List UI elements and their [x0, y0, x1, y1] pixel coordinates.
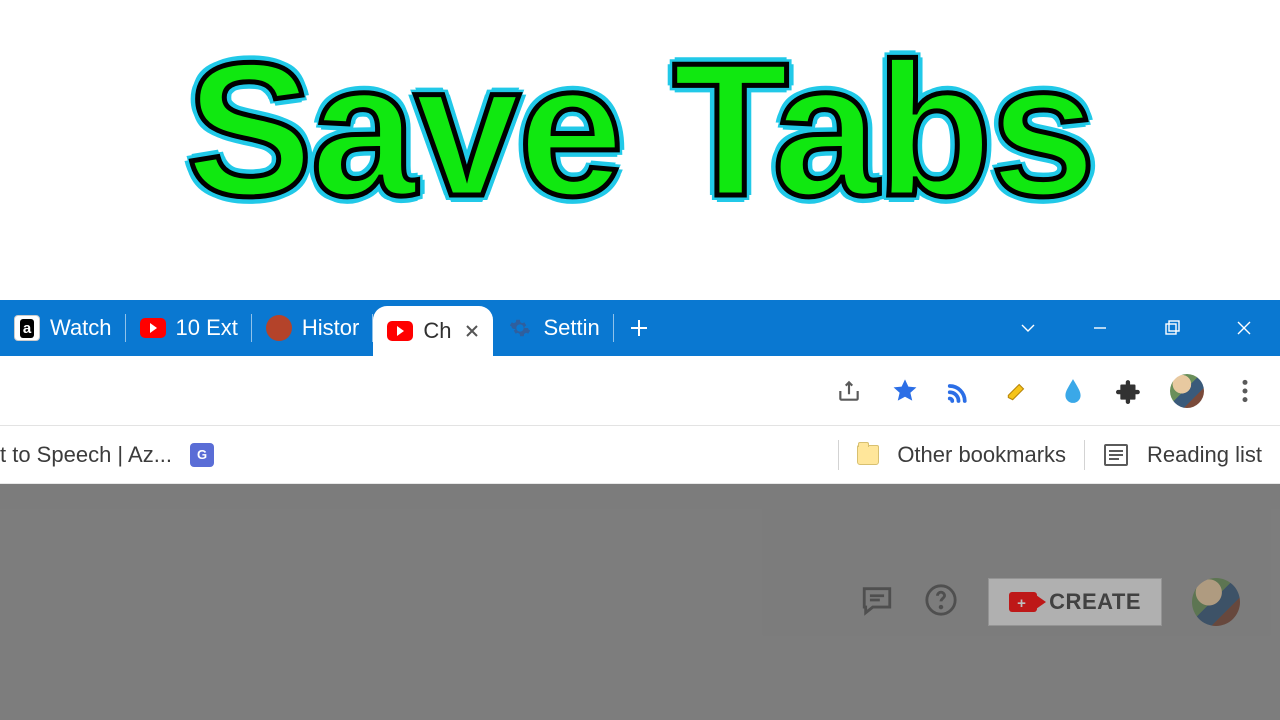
tab-settings[interactable]: Settin [493, 300, 613, 356]
share-icon[interactable] [834, 376, 864, 406]
tabs-dropdown-button[interactable] [992, 300, 1064, 356]
star-icon[interactable] [890, 376, 920, 406]
badge-icon [266, 315, 292, 341]
reading-list-button[interactable]: Reading list [1147, 442, 1262, 468]
close-tab-button[interactable] [461, 320, 483, 342]
youtube-icon [387, 321, 413, 341]
new-tab-button[interactable] [614, 300, 664, 356]
browser-tab-strip: a Watch 10 Ext Histor Ch Settin [0, 300, 1280, 356]
divider [1084, 440, 1085, 470]
highlight-icon[interactable] [1002, 376, 1032, 406]
other-bookmarks-button[interactable]: Other bookmarks [897, 442, 1066, 468]
cast-icon[interactable] [946, 376, 976, 406]
window-close-button[interactable] [1208, 300, 1280, 356]
tab-youtube-ext[interactable]: 10 Ext [126, 300, 252, 356]
tab-youtube-active[interactable]: Ch [373, 306, 493, 356]
drop-icon[interactable] [1058, 376, 1088, 406]
tab-label: Settin [543, 315, 599, 341]
maximize-button[interactable] [1136, 300, 1208, 356]
menu-icon[interactable] [1230, 376, 1260, 406]
tab-amazon[interactable]: a Watch [0, 300, 126, 356]
tab-label: Histor [302, 315, 359, 341]
bookmark-g-icon[interactable]: G [190, 443, 214, 467]
folder-icon [857, 445, 879, 465]
minimize-button[interactable] [1064, 300, 1136, 356]
bookmark-item-truncated[interactable]: t to Speech | Az... [0, 442, 172, 468]
youtube-icon [140, 318, 166, 338]
tab-label: Watch [50, 315, 112, 341]
browser-toolbar [0, 356, 1280, 426]
dim-overlay [0, 484, 1280, 720]
profile-avatar[interactable] [1170, 374, 1204, 408]
tab-label: 10 Ext [176, 315, 238, 341]
bookmarks-left: t to Speech | Az... G [0, 442, 214, 468]
reading-list-icon [1103, 443, 1129, 467]
bookmarks-bar: t to Speech | Az... G Other bookmarks Re… [0, 426, 1280, 484]
tab-label: Ch [423, 318, 451, 344]
gear-icon [507, 315, 533, 341]
extensions-icon[interactable] [1114, 376, 1144, 406]
hero-banner: Save Tabs [0, 0, 1280, 300]
hero-title: Save Tabs [186, 35, 1094, 225]
amazon-icon: a [14, 315, 40, 341]
tab-history[interactable]: Histor [252, 300, 373, 356]
divider [838, 440, 839, 470]
page-content: + CREATE [0, 484, 1280, 720]
window-controls [992, 300, 1280, 356]
